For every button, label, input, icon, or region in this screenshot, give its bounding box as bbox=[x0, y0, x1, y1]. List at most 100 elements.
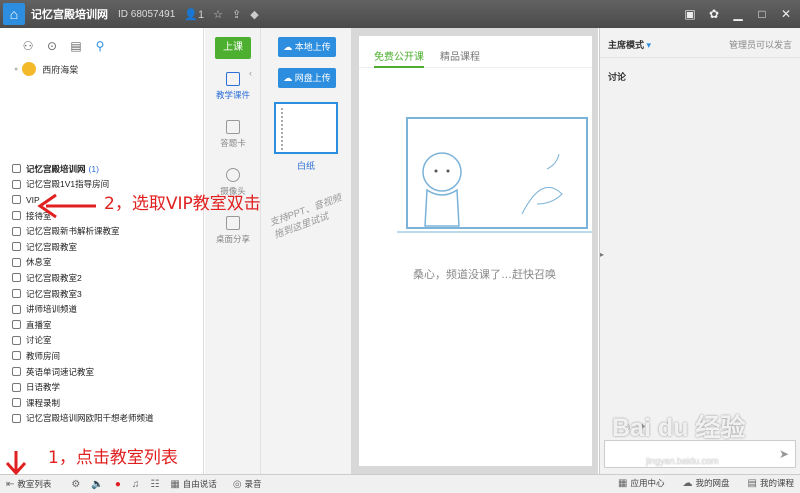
whiteboard-thumbnail[interactable] bbox=[274, 102, 338, 154]
room-icon bbox=[12, 413, 21, 423]
app-center-button[interactable]: ▦ 应用中心 bbox=[618, 477, 664, 489]
character-eye bbox=[434, 169, 438, 173]
tab-free-course[interactable]: 免费公开课 bbox=[374, 48, 424, 68]
room-label: 记忆宫殿教室 bbox=[26, 241, 78, 252]
room-icon bbox=[12, 367, 21, 377]
title-bar: ⌂ 记忆宫殿培训网 ID 68057491 👤1 ☆ ⇪ ◆ ▣ ✿ ▁ □ ✕ bbox=[0, 0, 800, 28]
gear-icon: ⚙ bbox=[71, 478, 81, 490]
room-list-item[interactable]: 课程录制 bbox=[0, 395, 204, 411]
my-courses-button[interactable]: ▤ 我的课程 bbox=[748, 477, 794, 489]
room-count: (1) bbox=[88, 163, 99, 174]
desktop-share-tool[interactable]: 桌面分享 bbox=[210, 216, 256, 245]
location-icon[interactable]: ⊙ bbox=[44, 38, 60, 54]
room-label: 讲师培训频道 bbox=[26, 304, 78, 315]
room-label: 讨论室 bbox=[26, 335, 52, 346]
notes-icon[interactable]: ▤ bbox=[68, 38, 84, 54]
users-icon[interactable]: ⚇ bbox=[20, 38, 36, 54]
room-list-item[interactable]: 直播室 bbox=[0, 317, 204, 333]
room-icon bbox=[12, 195, 21, 205]
local-upload-button[interactable]: ☁ 本地上传 bbox=[278, 37, 336, 57]
settings-button[interactable]: ⚙ bbox=[71, 479, 83, 490]
mode-label: 主席模式 bbox=[608, 40, 645, 50]
speaker-icon: 🔈 bbox=[91, 478, 104, 490]
user-count: 1 bbox=[197, 8, 205, 21]
status-icon: ● bbox=[14, 65, 19, 73]
maximize-button[interactable]: □ bbox=[752, 4, 772, 24]
courseware-tool[interactable]: 教学课件 bbox=[210, 72, 256, 101]
minimize-button[interactable]: ▁ bbox=[728, 4, 748, 24]
room-list-item[interactable]: 记忆宫殿培训网欧阳千想老师频道 bbox=[0, 411, 204, 427]
monitor-icon bbox=[226, 216, 240, 230]
room-list-item[interactable]: 教师房间 bbox=[0, 348, 204, 364]
room-label: 英语单词速记教室 bbox=[26, 366, 95, 377]
send-icon[interactable]: ➤ bbox=[775, 445, 793, 463]
tab-premium-course[interactable]: 精品课程 bbox=[440, 48, 480, 68]
home-icon[interactable]: ⌂ bbox=[3, 3, 25, 25]
room-icon bbox=[12, 320, 21, 330]
answer-card-tool[interactable]: 答题卡 bbox=[210, 120, 256, 149]
start-class-button[interactable]: 上课 bbox=[215, 37, 251, 59]
room-icon bbox=[12, 242, 21, 252]
bottom-right-links: ▦ 应用中心 ☁ 我的网盘 ▤ 我的课程 bbox=[610, 477, 794, 489]
search-icon[interactable]: ⚲ bbox=[92, 38, 108, 54]
room-list-item[interactable]: 记忆宫殿新书解析课教室 bbox=[0, 223, 204, 239]
left-panel: ⚇ ⊙ ▤ ⚲ ● 西府海棠 记忆宫殿培训网 (1) 记忆宫殿1V1指导房间 VIP 接… bbox=[0, 28, 204, 474]
board-doodle bbox=[546, 153, 560, 170]
shield-icon[interactable]: ◆ bbox=[250, 8, 258, 21]
files-panel: ☁ 本地上传 ☁ 网盘上传 白纸 支持PPT、音视频拖到这里试试 bbox=[261, 28, 351, 474]
room-icon bbox=[12, 257, 21, 267]
free-talk-icon: ▦ bbox=[170, 478, 180, 490]
close-button[interactable]: ✕ bbox=[776, 4, 796, 24]
room-label: 直播室 bbox=[26, 319, 52, 330]
room-list-item[interactable]: 英语单词速记教室 bbox=[0, 364, 204, 380]
edit-icon bbox=[226, 120, 240, 134]
room-list-item[interactable]: 日语教学 bbox=[0, 379, 204, 395]
mode-selector[interactable]: 主席模式 ▾ bbox=[608, 38, 651, 57]
room-icon bbox=[12, 179, 21, 189]
room-list-icon: ⇤ bbox=[6, 478, 15, 490]
free-talk-button[interactable]: ▦ 自由说话 bbox=[170, 478, 216, 490]
whiteboard-label: 白纸 bbox=[296, 161, 315, 171]
room-icon bbox=[12, 304, 21, 314]
book-icon: ▤ bbox=[747, 477, 757, 489]
star-icon[interactable]: ☆ bbox=[213, 8, 223, 21]
room-label: 记忆宫殿1V1指导房间 bbox=[26, 179, 110, 190]
speaker-button[interactable]: 🔈 bbox=[91, 479, 106, 490]
local-upload-label: 本地上传 bbox=[294, 42, 331, 52]
room-icon bbox=[12, 351, 21, 361]
room-label: 课程录制 bbox=[26, 397, 61, 408]
share-icon[interactable]: ⇪ bbox=[232, 8, 241, 21]
room-icon bbox=[12, 382, 21, 392]
room-list-item[interactable]: 记忆宫殿培训网 (1) bbox=[0, 161, 204, 177]
record-button[interactable]: ◎ 录音 bbox=[233, 478, 262, 490]
cloud-upload-button[interactable]: ☁ 网盘上传 bbox=[278, 68, 336, 88]
room-icon bbox=[12, 211, 21, 221]
music-button[interactable]: ♫ bbox=[132, 479, 143, 490]
settings-icon[interactable]: ✿ bbox=[704, 4, 724, 24]
mic-button[interactable]: ● bbox=[115, 479, 124, 490]
room-list-item[interactable]: 休息室 bbox=[0, 255, 204, 271]
user-count-icon: 👤1 bbox=[184, 8, 205, 21]
room-list-button[interactable]: ⇤ 教室列表 bbox=[6, 478, 51, 490]
room-icon bbox=[12, 273, 21, 283]
grid-icon: ▦ bbox=[618, 477, 628, 489]
room-label: 记忆宫殿培训网 bbox=[26, 163, 86, 174]
expand-arrow-icon[interactable]: ▸ bbox=[600, 250, 604, 259]
mode-header: 主席模式 ▾ 管理员可以发言 bbox=[600, 28, 800, 58]
my-cloud-button[interactable]: ☁ 我的网盘 bbox=[683, 477, 730, 489]
avatar bbox=[22, 62, 37, 76]
room-list-item[interactable]: 记忆宫殿教室 bbox=[0, 239, 204, 255]
discussion-title: 讨论 bbox=[608, 72, 627, 82]
user-item[interactable]: ● 西府海棠 bbox=[0, 60, 203, 78]
room-label: 记忆宫殿培训网欧阳千想老师频道 bbox=[26, 413, 154, 424]
skin-icon[interactable]: ▣ bbox=[680, 4, 700, 24]
room-list-item[interactable]: 讲师培训频道 bbox=[0, 301, 204, 317]
courseware-icon bbox=[226, 72, 240, 86]
app-title: 记忆宫殿培训网 bbox=[31, 9, 108, 21]
my-courses-label: 我的课程 bbox=[759, 478, 794, 488]
equalizer-button[interactable]: ☷ bbox=[150, 479, 162, 490]
room-list-item[interactable]: 记忆宫殿教室3 bbox=[0, 286, 204, 302]
room-list-item[interactable]: 讨论室 bbox=[0, 333, 204, 349]
room-list-item[interactable]: 记忆宫殿教室2 bbox=[0, 270, 204, 286]
annotation-step2: 2，选取VIP教室双击 bbox=[104, 194, 261, 214]
